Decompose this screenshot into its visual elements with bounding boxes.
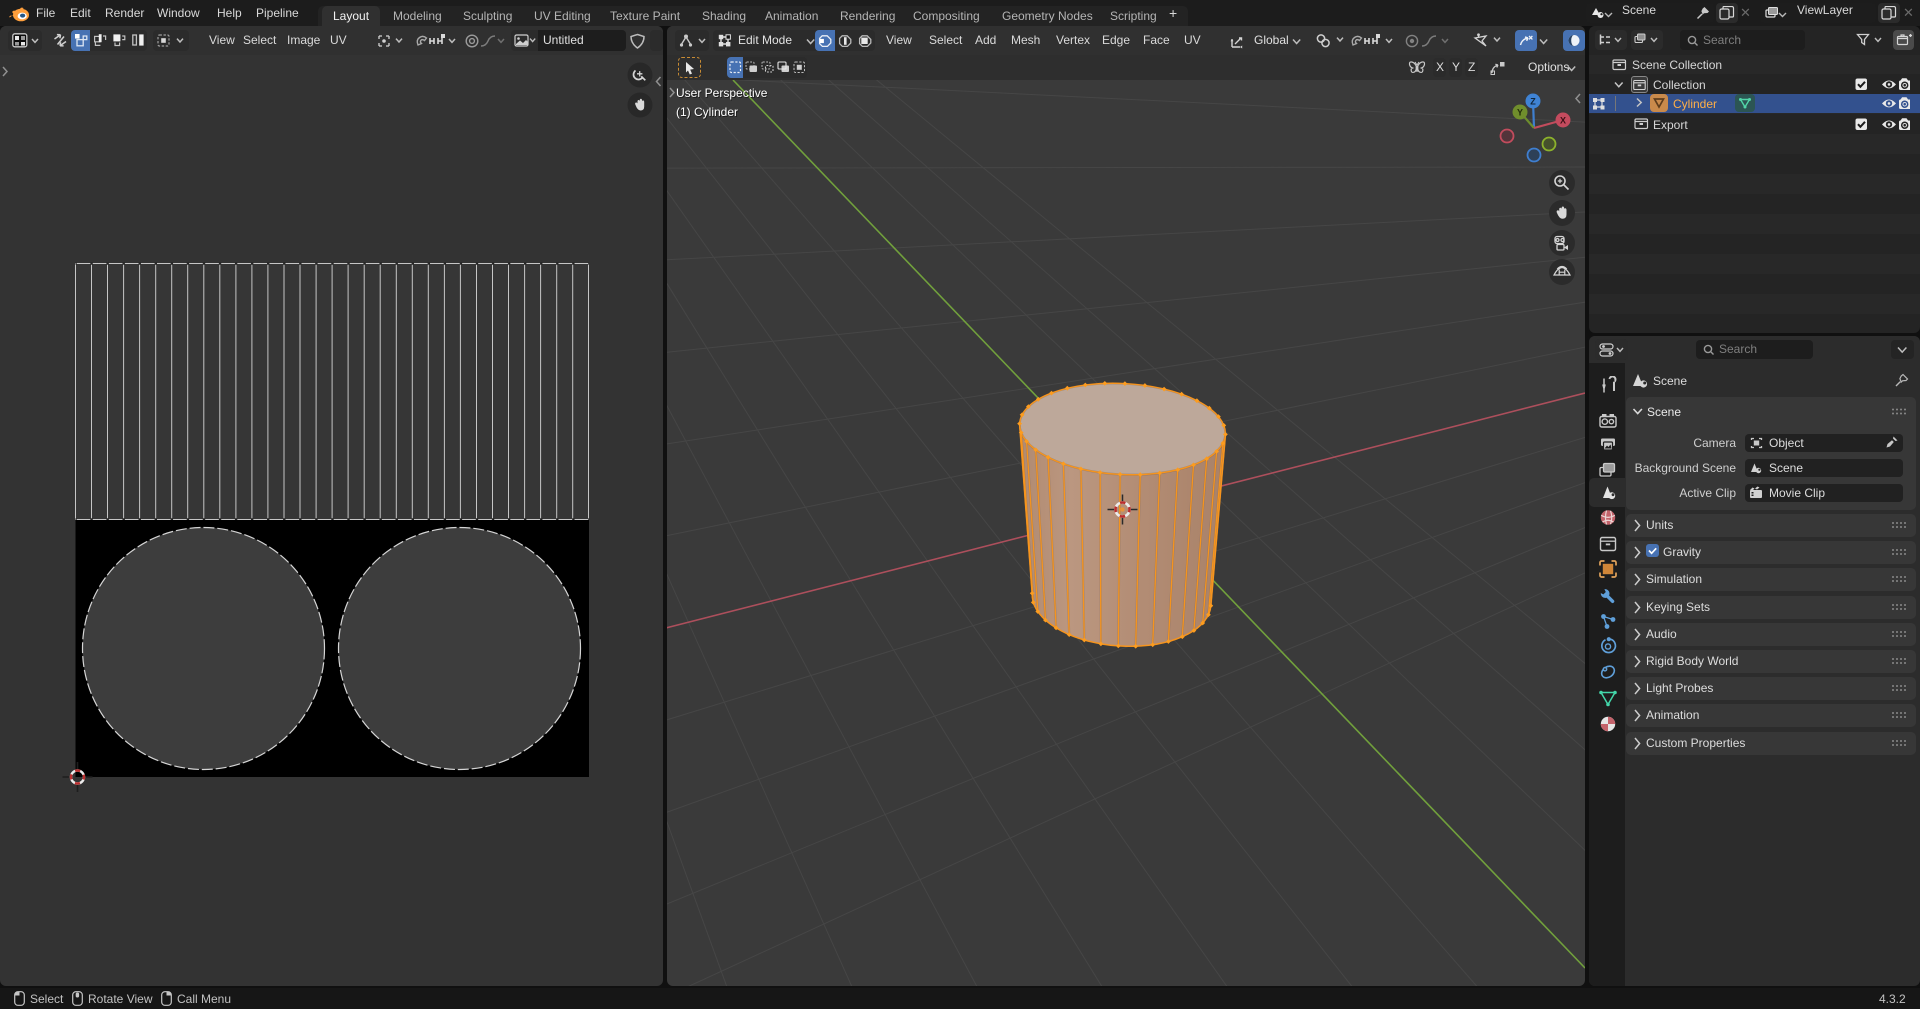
svg-text:X: X <box>1560 115 1566 125</box>
svg-text:Z: Z <box>1530 96 1536 106</box>
svg-text:(1) Cylinder: (1) Cylinder <box>676 105 738 119</box>
svg-text:User Perspective: User Perspective <box>676 86 768 100</box>
svg-text:Y: Y <box>1517 107 1523 117</box>
